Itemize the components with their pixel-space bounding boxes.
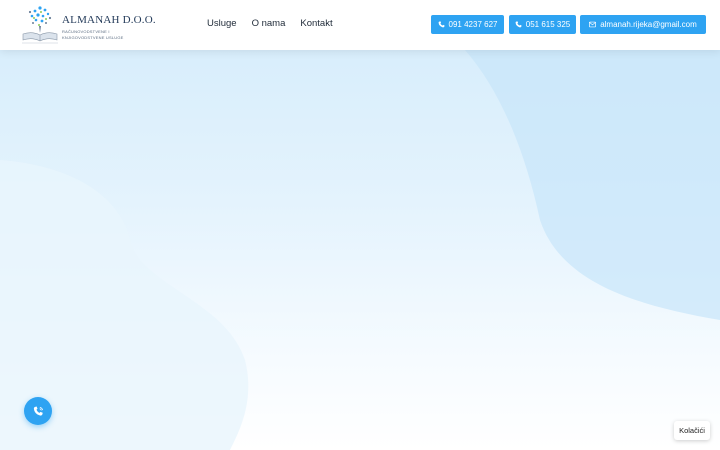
brand-subtitle-line2: KNJIGOVODSTVENE USLUGE [62,35,124,40]
brand-logo[interactable]: ALMANAH D.O.O. RAČUNOVODSTVENE I KNJIGOV… [20,4,160,46]
phone-icon [33,406,43,416]
call-floating-button[interactable] [24,397,52,425]
phone-number-landline: 051 615 325 [525,20,571,29]
cookies-button[interactable]: Kolačići [674,421,710,440]
nav-link-o-nama[interactable]: O nama [252,18,286,29]
hero-background [0,0,720,450]
brand-subtitle-line1: RAČUNOVODSTVENE I [62,29,110,34]
phone-number-mobile: 091 4237 627 [448,20,498,29]
nav-link-usluge[interactable]: Usluge [207,18,237,29]
brand-name: ALMANAH D.O.O. [62,14,156,26]
email-button[interactable]: almanah.rijeka@gmail.com [580,15,706,34]
nav-link-kontakt[interactable]: Kontakt [300,18,332,29]
phone-icon [438,21,445,28]
phone-button-mobile[interactable]: 091 4237 627 [431,15,504,34]
envelope-icon [589,21,597,28]
phone-button-landline[interactable]: 051 615 325 [509,15,576,34]
top-navbar: ALMANAH D.O.O. RAČUNOVODSTVENE I KNJIGOV… [0,0,720,50]
hero-wave-shapes [0,50,720,450]
main-navigation: Usluge O nama Kontakt [207,18,333,29]
email-address: almanah.rijeka@gmail.com [600,20,697,29]
book-tree-logo-icon [22,6,58,44]
phone-icon [515,21,522,28]
